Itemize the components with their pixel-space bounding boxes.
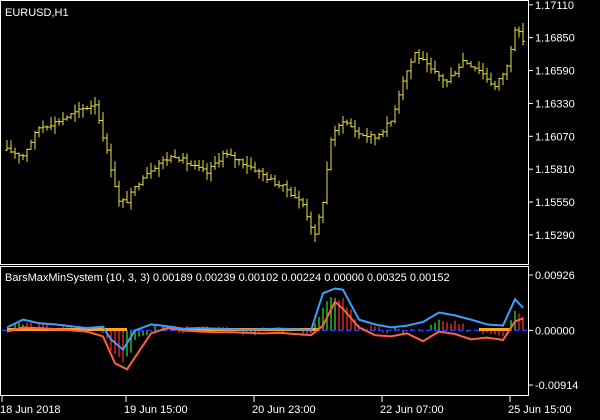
price-tick-label: 1.15810 xyxy=(535,164,575,176)
price-tick-label: 1.16070 xyxy=(535,131,575,143)
price-chart-title: EURUSD,H1 xyxy=(5,7,69,19)
indicator-tick-label: 0.00926 xyxy=(535,270,575,282)
time-tick-label: 20 Jun 23:00 xyxy=(252,404,316,416)
time-tick-label: 19 Jun 15:00 xyxy=(124,404,188,416)
indicator-tick-label: -0.00914 xyxy=(535,380,578,392)
indicator-title: BarsMaxMinSystem (10, 3, 3) 0.00189 0.00… xyxy=(5,272,450,284)
time-tick-label: 25 Jun 15:00 xyxy=(508,404,572,416)
price-tick-label: 1.16590 xyxy=(535,66,575,78)
price-chart-frame[interactable] xyxy=(0,0,529,265)
price-tick-label: 1.16850 xyxy=(535,33,575,45)
indicator-tick-label: 0.00000 xyxy=(535,325,575,337)
price-tick-label: 1.15550 xyxy=(535,197,575,209)
price-tick-label: 1.17110 xyxy=(535,0,574,12)
price-tick-label: 1.16330 xyxy=(535,98,575,110)
time-tick-label: 22 Jun 07:00 xyxy=(380,404,444,416)
trading-terminal: 1.17110 1.16850 1.16590 1.16330 1.16070 1.158… xyxy=(0,0,578,416)
time-tick-label: 18 Jun 2018 xyxy=(0,404,61,416)
price-tick-label: 1.15290 xyxy=(535,230,575,242)
